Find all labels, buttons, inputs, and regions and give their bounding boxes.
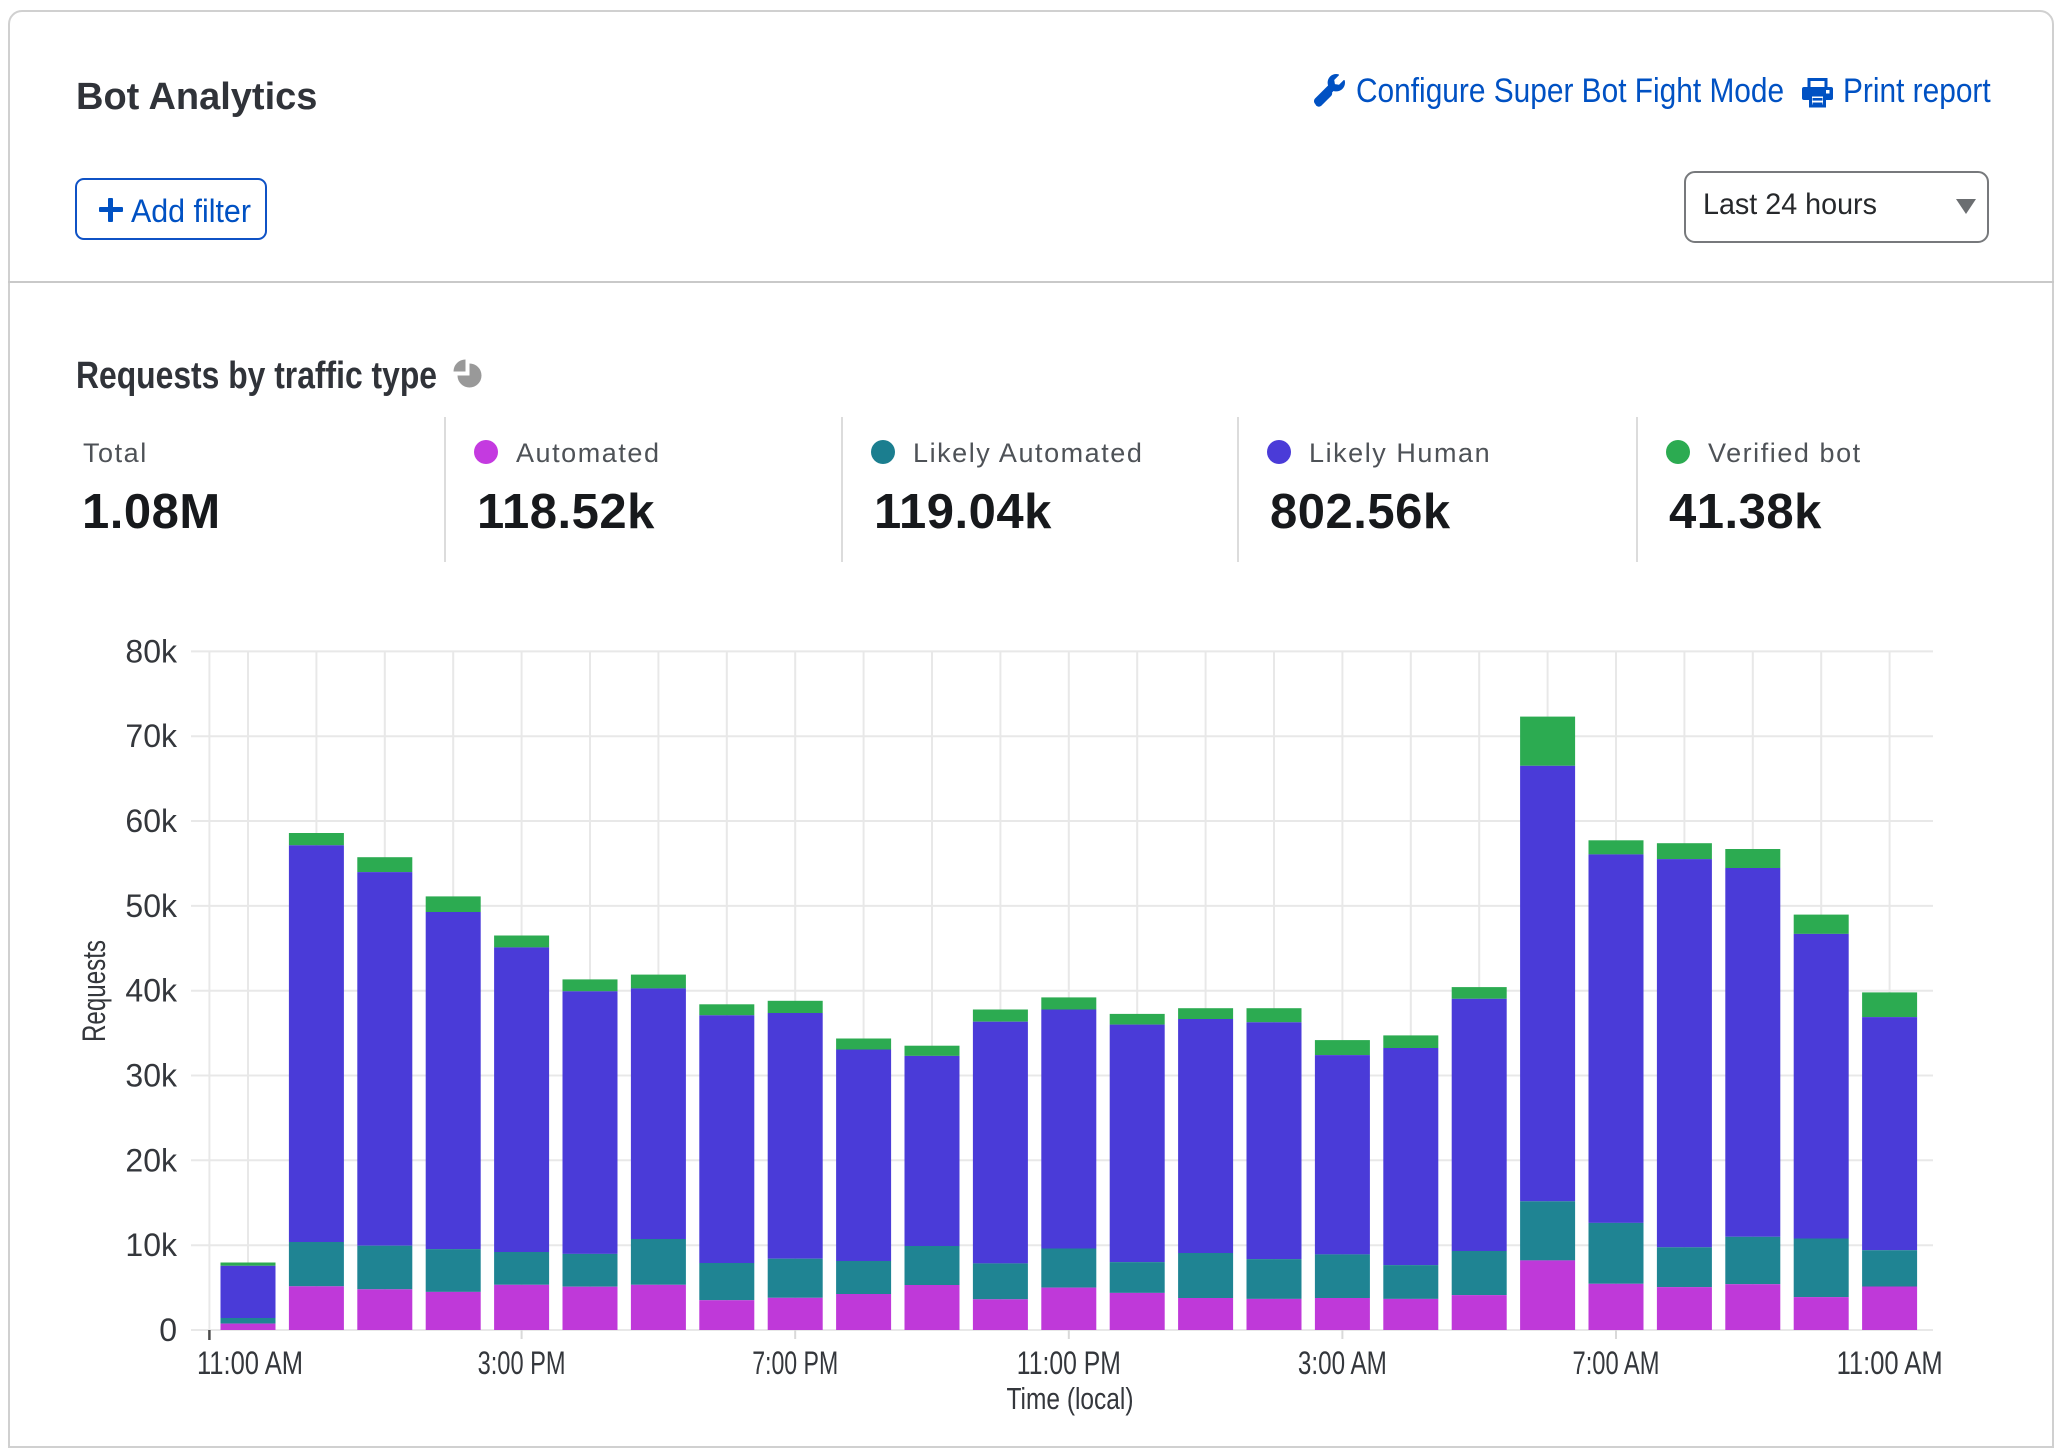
svg-text:0: 0 xyxy=(159,1312,177,1348)
svg-text:60k: 60k xyxy=(125,803,178,839)
svg-text:11:00 AM: 11:00 AM xyxy=(197,1345,303,1381)
svg-text:30k: 30k xyxy=(125,1058,178,1094)
svg-text:3:00 AM: 3:00 AM xyxy=(1298,1345,1387,1381)
svg-text:7:00 AM: 7:00 AM xyxy=(1573,1345,1660,1381)
svg-text:3:00 PM: 3:00 PM xyxy=(478,1345,566,1381)
svg-text:70k: 70k xyxy=(125,718,178,754)
svg-text:11:00 PM: 11:00 PM xyxy=(1017,1345,1121,1381)
svg-text:Requests: Requests xyxy=(76,940,112,1042)
svg-text:Time (local): Time (local) xyxy=(1007,1381,1134,1416)
svg-text:20k: 20k xyxy=(125,1142,178,1178)
svg-text:7:00 PM: 7:00 PM xyxy=(752,1345,838,1381)
svg-text:80k: 80k xyxy=(125,633,178,669)
svg-text:40k: 40k xyxy=(125,973,178,1009)
svg-text:11:00 AM: 11:00 AM xyxy=(1837,1345,1943,1381)
svg-text:10k: 10k xyxy=(125,1227,178,1263)
svg-text:50k: 50k xyxy=(125,888,178,924)
